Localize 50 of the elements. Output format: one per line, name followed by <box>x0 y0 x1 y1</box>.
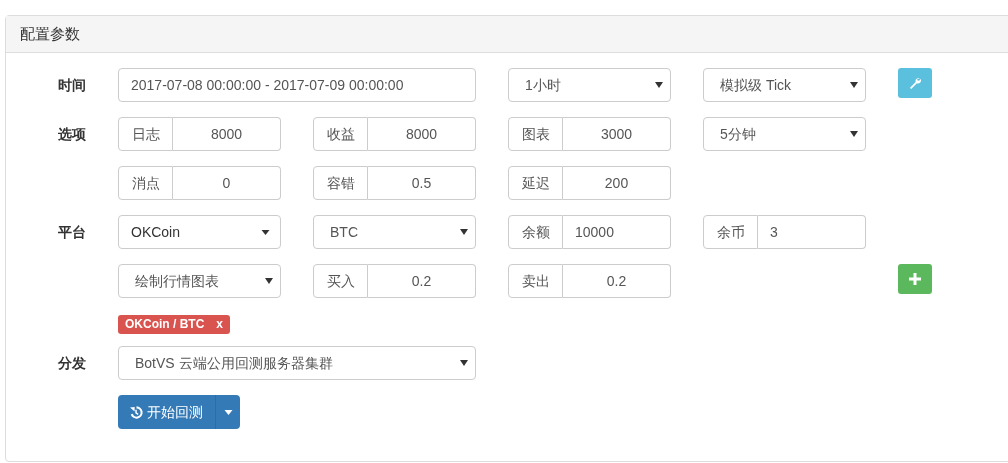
tag-label: OKCoin / BTC <box>125 316 205 333</box>
select-field[interactable]: BotVS 云端公用回测服务器集群 <box>118 346 476 380</box>
field-label: 余币 <box>703 215 758 249</box>
history-icon <box>130 405 143 419</box>
field-label: 收益 <box>313 117 368 151</box>
remove-button[interactable]: x <box>216 315 223 333</box>
field-label: 日志 <box>118 117 173 151</box>
dropdown-arrow-icon <box>850 82 858 88</box>
input-field[interactable]: 0.2 <box>563 264 671 298</box>
input-field[interactable]: 0.5 <box>368 166 476 200</box>
add-button[interactable] <box>898 264 932 294</box>
start-backtest-button[interactable]: 开始回测 <box>118 395 215 429</box>
dropdown-arrow-icon <box>460 360 468 366</box>
select-field[interactable]: BTC <box>313 215 476 249</box>
dropdown-arrow-icon <box>850 131 858 137</box>
select-field[interactable]: 5分钟 <box>703 117 866 151</box>
field-label: 容错 <box>313 166 368 200</box>
select-field[interactable]: 模拟级 Tick <box>703 68 866 102</box>
field-label: 余额 <box>508 215 563 249</box>
field-label: 买入 <box>313 264 368 298</box>
wrench-icon <box>909 77 921 89</box>
dropdown-arrow-icon <box>655 82 663 88</box>
row-label: 选项 <box>58 125 86 142</box>
input-field[interactable]: 0.2 <box>368 264 476 298</box>
input-field[interactable]: 8000 <box>173 117 281 151</box>
row-label: 分发 <box>58 354 86 371</box>
settings-button[interactable] <box>898 68 932 98</box>
plus-icon <box>909 273 921 285</box>
caret-icon <box>261 229 270 235</box>
dropdown-arrow-icon <box>265 278 273 284</box>
input-field[interactable]: 10000 <box>563 215 671 249</box>
field-label: 图表 <box>508 117 563 151</box>
select-field[interactable]: 绘制行情图表 <box>118 264 281 298</box>
date-range-field[interactable]: 2017-07-08 00:00:00 - 2017-07-09 00:00:00 <box>118 68 476 102</box>
field-label: 消点 <box>118 166 173 200</box>
dropdown-toggle-button[interactable] <box>215 395 240 429</box>
select-field[interactable]: 1小时 <box>508 68 671 102</box>
row-label: 时间 <box>58 76 86 93</box>
dropdown-button[interactable]: OKCoin <box>118 215 281 249</box>
input-field[interactable]: 0 <box>173 166 281 200</box>
input-field[interactable]: 3000 <box>563 117 671 151</box>
panel-title: 配置参数 <box>20 23 80 44</box>
caret-icon <box>223 409 233 415</box>
input-field[interactable]: 3 <box>758 215 866 249</box>
input-field[interactable]: 8000 <box>368 117 476 151</box>
field-label: 卖出 <box>508 264 563 298</box>
input-field[interactable]: 200 <box>563 166 671 200</box>
dropdown-arrow-icon <box>460 229 468 235</box>
field-label: 延迟 <box>508 166 563 200</box>
row-label: 平台 <box>58 223 86 240</box>
